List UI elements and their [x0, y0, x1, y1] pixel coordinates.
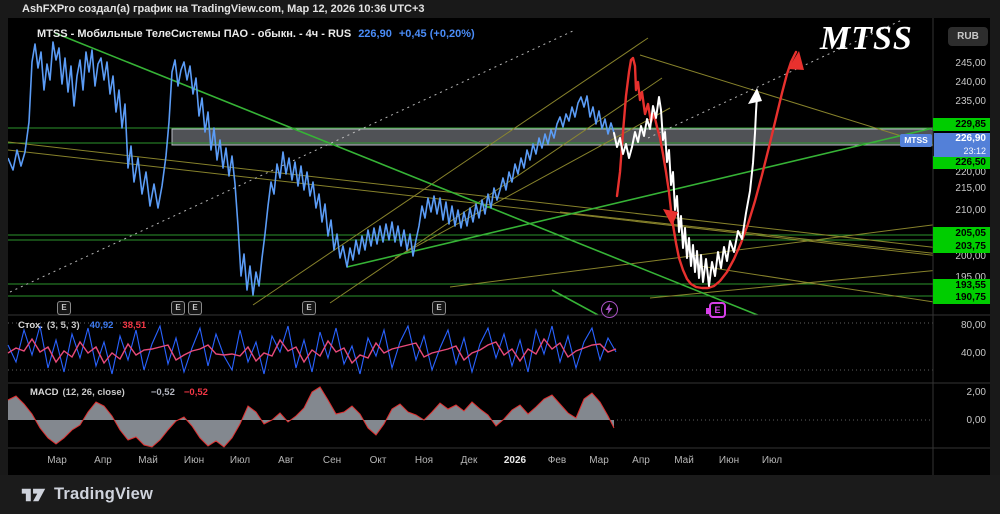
currency-toggle-button[interactable]: RUB	[948, 27, 988, 46]
earnings-marker[interactable]: E	[302, 301, 316, 315]
stoch-params: (3, 5, 3)	[46, 320, 80, 331]
price-axis-label: 215,00	[955, 183, 986, 194]
symbol-price-tag: MTSS	[900, 134, 932, 147]
bar-countdown: 23:12	[963, 146, 986, 156]
last-price-label: 226,90 23:12	[934, 133, 990, 157]
price-level-label: 203,75	[933, 240, 990, 253]
earnings-marker[interactable]: E	[57, 301, 71, 315]
stoch-k-value: 40,92	[89, 320, 114, 331]
price-level-label: 205,05	[933, 227, 990, 240]
price-axis-label: 210,00	[955, 205, 986, 216]
time-axis-label: Май	[138, 455, 158, 466]
time-axis-label: Июл	[229, 455, 251, 466]
macd-legend[interactable]: MACD (12, 26, close) −0,52 −0,52	[30, 387, 208, 398]
earnings-marker[interactable]: E	[188, 301, 202, 315]
stoch-title: Стох.	[18, 320, 43, 331]
price-axis[interactable]: 226,90 23:12 245,00 240,00 235,00 220,00 215…	[933, 18, 990, 448]
time-axis-label: Мар	[47, 455, 67, 466]
symbol-legend[interactable]: MTSS - Мобильные ТелеСистемы ПАО - обыкн…	[37, 28, 475, 40]
price-axis-label: 245,00	[955, 58, 986, 69]
legend-change: +0,45 (+0,20%)	[398, 28, 475, 40]
legend-last-price: 226,90	[358, 28, 392, 40]
time-axis-label: Июн	[183, 455, 205, 466]
time-axis-label: Июн	[718, 455, 740, 466]
stoch-legend[interactable]: Стох. (3, 5, 3) 40,92 38,51	[18, 320, 146, 331]
price-axis-label: 240,00	[955, 77, 986, 88]
time-axis-label: Дек	[460, 455, 478, 466]
price-axis-label: 80,00	[960, 320, 986, 331]
symbol-title: MTSS - Мобильные ТелеСистемы ПАО - обыкн…	[37, 28, 352, 40]
macd-title: MACD	[30, 387, 59, 398]
tradingview-snapshot: AshFXPro создал(а) график на TradingView…	[0, 0, 1000, 514]
flash-event-icon[interactable]	[601, 301, 618, 318]
symbol-watermark: MTSS	[820, 20, 913, 57]
time-axis-label: Фев	[547, 455, 567, 466]
price-level-label: 226,50	[933, 156, 990, 169]
time-axis-label: Авг	[278, 455, 294, 466]
time-axis-label: Окт	[369, 455, 387, 466]
macd-hist-value: −0,52	[150, 387, 175, 398]
macd-signal-value: −0,52	[183, 387, 208, 398]
time-axis-label: Апр	[632, 455, 650, 466]
time-axis-label: Апр	[94, 455, 112, 466]
time-axis-label: Мар	[589, 455, 609, 466]
last-price-value: 226,90	[955, 133, 986, 144]
price-level-label: 229,85	[933, 118, 990, 131]
time-axis-label: Сен	[322, 455, 342, 466]
tradingview-wordmark[interactable]: TradingView	[54, 485, 153, 504]
time-axis-label: 2026	[503, 455, 527, 466]
tradingview-logo-icon[interactable]	[20, 484, 47, 506]
time-axis-label: Июл	[761, 455, 783, 466]
price-axis-label: 2,00	[966, 387, 986, 398]
price-axis-label: 40,00	[960, 348, 986, 359]
bottom-bar: TradingView	[0, 475, 1000, 514]
price-level-label: 190,75	[933, 291, 990, 304]
price-axis-label: 0,00	[966, 415, 986, 426]
earnings-marker[interactable]: E	[171, 301, 185, 315]
earnings-event-icon[interactable]: E	[706, 302, 726, 318]
price-axis-label: 235,00	[955, 96, 986, 107]
attribution-text: AshFXPro создал(а) график на TradingView…	[22, 3, 425, 15]
chart-canvas[interactable]	[8, 18, 990, 475]
time-axis-label: Ноя	[414, 455, 434, 466]
time-axis[interactable]: Мар Апр Май Июн Июл Авг Сен Окт Ноя Дек 2026 Фев Мар…	[8, 448, 933, 475]
time-axis-label: Май	[674, 455, 694, 466]
earnings-marker[interactable]: E	[432, 301, 446, 315]
macd-params: (12, 26, close)	[62, 387, 125, 398]
stoch-d-value: 38,51	[122, 320, 147, 331]
